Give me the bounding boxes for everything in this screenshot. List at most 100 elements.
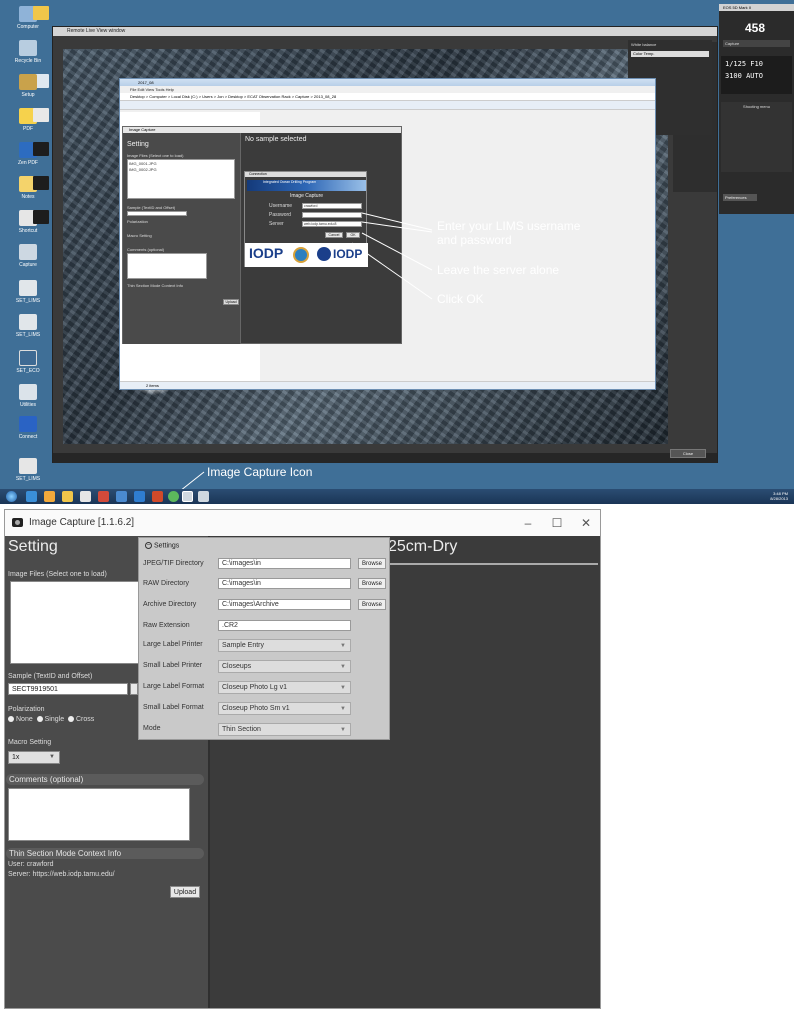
camera-app-icon bbox=[12, 518, 23, 527]
large-printer-value: Sample Entry bbox=[222, 642, 265, 649]
camera-titlebar: EOS 5D Mark II bbox=[719, 4, 794, 11]
shutter-aperture: 1/125 F10 bbox=[725, 60, 763, 68]
chevron-down-icon: ▼ bbox=[340, 727, 346, 733]
large-printer-select[interactable]: Sample Entry ▼ bbox=[218, 639, 351, 652]
large-format-label: Large Label Format bbox=[143, 683, 205, 690]
user-line: User: crawford bbox=[8, 861, 54, 868]
minimize-button[interactable]: – bbox=[513, 513, 543, 533]
large-printer-label: Large Label Printer bbox=[143, 641, 203, 648]
raw-dir-input[interactable]: C:\images\in bbox=[218, 578, 351, 589]
shooting-menu-panel: Shooting menu bbox=[721, 102, 792, 172]
window-titlebar: Image Capture [1.1.6.2] – ☐ ✕ bbox=[5, 510, 600, 536]
radio-none[interactable] bbox=[8, 716, 14, 723]
sample-label: Sample (TextID and Offset) bbox=[8, 673, 93, 680]
raw-dir-label: RAW Directory bbox=[143, 580, 190, 587]
arrow-line-ok bbox=[351, 242, 433, 300]
media-icon[interactable] bbox=[80, 491, 91, 502]
annotation-lines bbox=[179, 212, 433, 492]
info-header: Thin Section Mode Context Info bbox=[6, 848, 204, 859]
small-printer-select[interactable]: Closeups ▼ bbox=[218, 660, 351, 673]
maximize-button[interactable]: ☐ bbox=[542, 513, 572, 533]
small-format-label: Small Label Format bbox=[143, 704, 204, 711]
small-format-value: Closeup Photo Sm v1 bbox=[222, 705, 290, 712]
camera-control-window: EOS 5D Mark II 458 Capture 1/125 F10 310… bbox=[719, 4, 794, 214]
large-format-value: Closeup Photo Lg v1 bbox=[222, 684, 287, 691]
settings-popup: – Settings JPEG/TIF Directory C:\images\i… bbox=[138, 537, 390, 740]
small-printer-label: Small Label Printer bbox=[143, 662, 203, 669]
shot-count: 458 bbox=[745, 21, 766, 35]
taskbar: 3:48 PM 8/28/2013 bbox=[0, 489, 794, 504]
polarization-radios: None Single Cross bbox=[8, 716, 94, 723]
clock: 3:48 PM 8/28/2013 bbox=[770, 491, 788, 501]
annotation-click-ok: Click OK bbox=[437, 292, 484, 306]
clock-date: 8/28/2013 bbox=[770, 496, 788, 501]
ie-icon[interactable] bbox=[26, 491, 37, 502]
close-window-button[interactable]: ✕ bbox=[571, 513, 600, 533]
small-printer-value: Closeups bbox=[222, 663, 252, 670]
radio-single-label: Single bbox=[44, 716, 65, 723]
archive-dir-label: Archive Directory bbox=[143, 601, 197, 608]
chevron-down-icon: ▼ bbox=[49, 754, 55, 760]
server-line: Server: https://web.iodp.tamu.edu/ bbox=[8, 871, 115, 878]
polarization-label: Polarization bbox=[8, 706, 45, 713]
small-format-select[interactable]: Closeup Photo Sm v1 ▼ bbox=[218, 702, 351, 715]
chevron-down-icon: ▼ bbox=[340, 643, 346, 649]
shooting-menu-title: Shooting menu bbox=[743, 104, 770, 109]
iso-value: 3100 AUTO bbox=[725, 72, 763, 80]
image-capture-taskbar-icon[interactable] bbox=[182, 491, 193, 502]
app-icon[interactable] bbox=[168, 491, 179, 502]
settings-title: Settings bbox=[154, 542, 180, 550]
chevron-down-icon: ▼ bbox=[340, 664, 346, 670]
jpeg-dir-input[interactable]: C:\images\in bbox=[218, 558, 351, 569]
archive-browse-button[interactable]: Browse bbox=[358, 599, 386, 610]
desktop-screenshot: Computer Recycle Bin Setup PDF Zen PDF N… bbox=[0, 0, 794, 504]
annotation-leave-server: Leave the server alone bbox=[437, 263, 560, 277]
annotation-image-capture-icon: Image Capture Icon bbox=[207, 465, 313, 479]
raw-extension-input[interactable]: .CR2 bbox=[218, 620, 351, 631]
app-icon[interactable] bbox=[98, 491, 109, 502]
radio-none-label: None bbox=[16, 716, 33, 723]
app-icon[interactable] bbox=[134, 491, 145, 502]
macro-label: Macro Setting bbox=[8, 739, 52, 746]
app-icon[interactable] bbox=[198, 491, 209, 502]
close-button[interactable]: Close bbox=[670, 449, 706, 458]
mode-select[interactable]: Thin Section ▼ bbox=[218, 723, 351, 736]
preferences-button[interactable]: Preferences bbox=[723, 194, 757, 201]
radio-cross-label: Cross bbox=[75, 716, 95, 723]
chevron-down-icon: ▼ bbox=[340, 685, 346, 691]
raw-browse-button[interactable]: Browse bbox=[358, 578, 386, 589]
sample-browse-button[interactable] bbox=[130, 683, 138, 695]
firefox-icon[interactable] bbox=[44, 491, 55, 502]
radio-single[interactable] bbox=[36, 716, 43, 723]
jpeg-browse-button[interactable]: Browse bbox=[358, 558, 386, 569]
image-files-list[interactable] bbox=[10, 581, 150, 664]
upload-button[interactable]: Upload bbox=[170, 886, 200, 898]
app-icon[interactable] bbox=[116, 491, 127, 502]
mode-value: Thin Section bbox=[222, 726, 261, 733]
image-files-label: Image Files (Select one to load) bbox=[8, 571, 107, 578]
folder-icon[interactable] bbox=[62, 491, 73, 502]
mode-label: Mode bbox=[143, 725, 161, 732]
comments-textarea[interactable] bbox=[8, 788, 190, 841]
macro-value: 1x bbox=[12, 754, 20, 761]
arrow-line-server bbox=[361, 232, 433, 271]
radio-cross[interactable] bbox=[67, 716, 74, 723]
archive-dir-input[interactable]: C:\images\Archive bbox=[218, 599, 351, 610]
chevron-down-icon: ▼ bbox=[340, 706, 346, 712]
comments-header: Comments (optional) bbox=[6, 774, 204, 785]
sample-input[interactable]: SECT9919501 bbox=[8, 683, 128, 695]
exposure-panel: 1/125 F10 3100 AUTO bbox=[721, 56, 792, 94]
app-icon[interactable] bbox=[152, 491, 163, 502]
start-icon[interactable] bbox=[6, 491, 17, 502]
window-title: Image Capture [1.1.6.2] bbox=[29, 517, 135, 528]
setting-heading: Setting bbox=[8, 538, 58, 555]
large-format-select[interactable]: Closeup Photo Lg v1 ▼ bbox=[218, 681, 351, 694]
macro-select[interactable]: 1x ▼ bbox=[8, 751, 60, 764]
jpeg-dir-label: JPEG/TIF Directory bbox=[143, 560, 204, 567]
raw-extension-label: Raw Extension bbox=[143, 622, 190, 629]
sample-heading: 25cm-Dry bbox=[388, 538, 458, 555]
settings-header[interactable]: – Settings bbox=[145, 542, 179, 549]
capture-mode[interactable]: Capture bbox=[723, 40, 790, 47]
annotation-enter-credentials: Enter your LIMS username and password bbox=[437, 219, 581, 247]
collapse-icon: – bbox=[145, 542, 152, 549]
